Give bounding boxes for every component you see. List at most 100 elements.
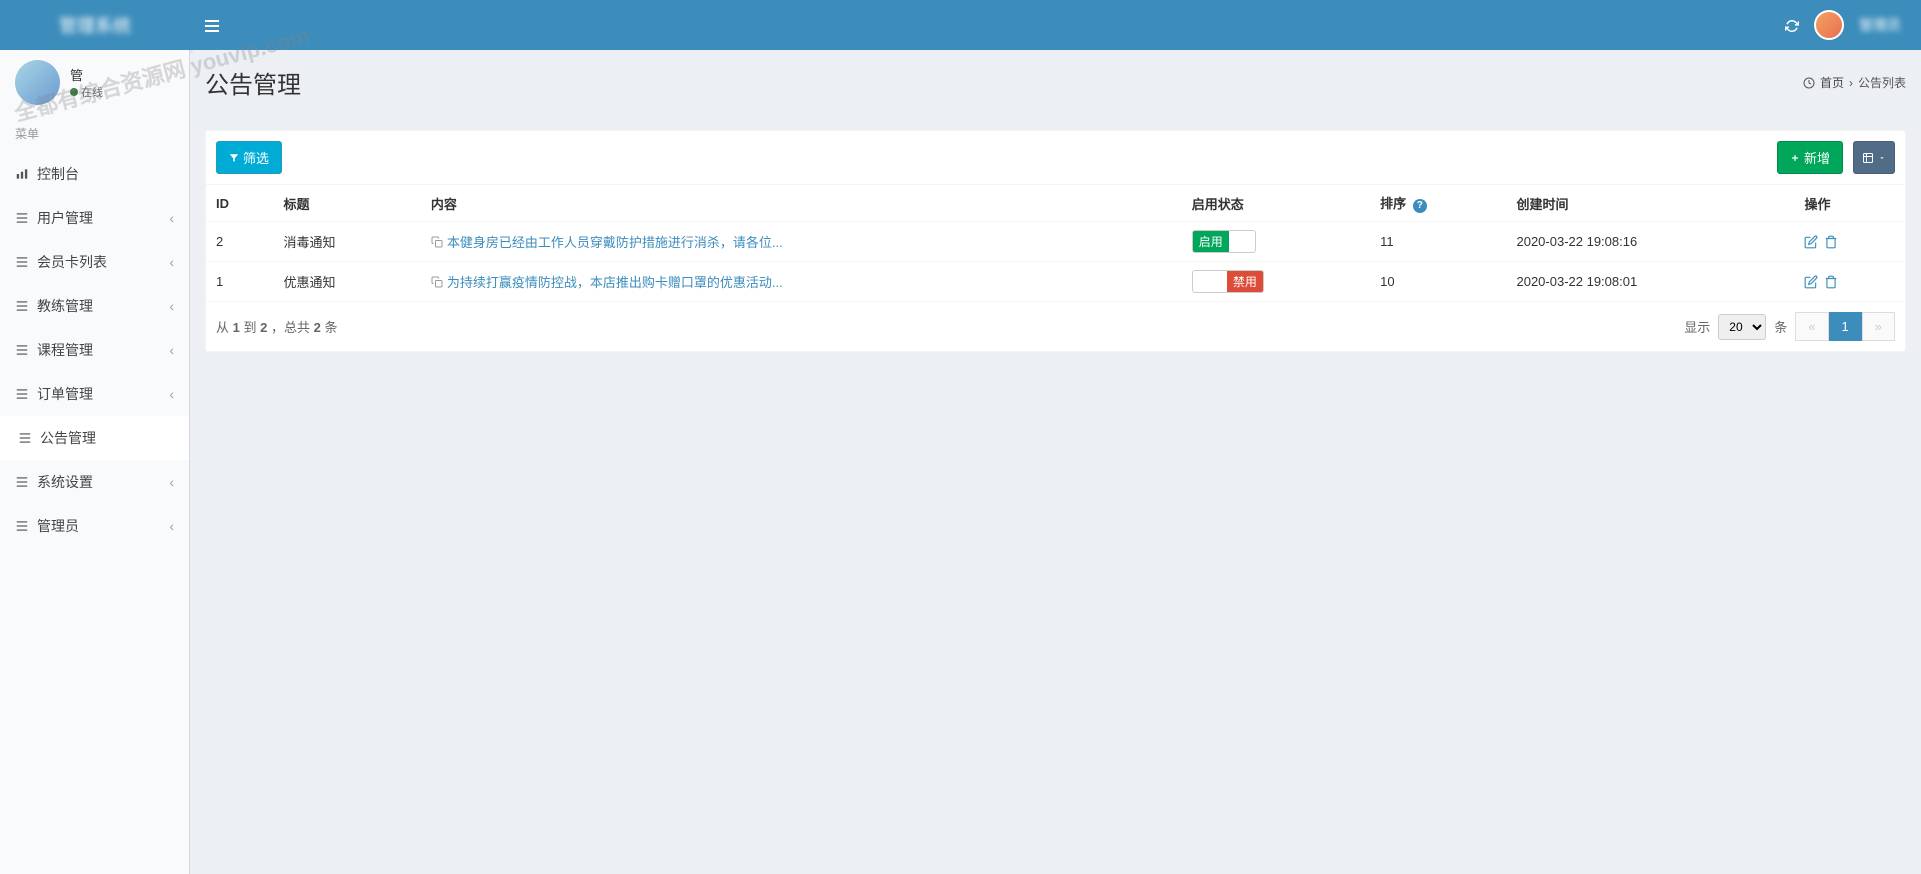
chevron-left-icon: ‹ xyxy=(169,298,174,314)
user-avatar xyxy=(15,60,60,105)
cell-id: 2 xyxy=(206,222,274,262)
edit-button[interactable] xyxy=(1804,234,1818,250)
copy-icon xyxy=(431,236,443,248)
content: 筛选 新增 ID 标题 xyxy=(190,115,1921,387)
sidebar-item-label: 教练管理 xyxy=(37,296,93,316)
content-link[interactable]: 为持续打赢疫情防控战，本店推出购卡赠口罩的优惠活动... xyxy=(431,272,1172,291)
sidebar-item-label: 会员卡列表 xyxy=(37,252,107,272)
box-header: 筛选 新增 xyxy=(206,131,1905,185)
th-sort[interactable]: 排序 ? xyxy=(1370,185,1506,222)
show-label: 显示 xyxy=(1684,317,1710,336)
sidebar-item-label: 公告管理 xyxy=(40,428,96,448)
page-size-select[interactable]: 20 xyxy=(1718,314,1766,340)
sidebar-item-label: 订单管理 xyxy=(37,384,93,404)
help-icon[interactable]: ? xyxy=(1413,199,1427,213)
grid-toggle-button[interactable] xyxy=(1853,141,1895,174)
content-wrapper: 公告管理 首页 › 公告列表 筛选 新增 xyxy=(190,50,1921,874)
cell-content: 本健身房已经由工作人员穿戴防护措施进行消杀，请各位... xyxy=(421,222,1182,262)
sidebar-item-4[interactable]: 课程管理 ‹ xyxy=(0,328,189,372)
delete-button[interactable] xyxy=(1824,234,1838,250)
edit-icon xyxy=(1804,275,1818,289)
table-row: 1优惠通知为持续打赢疫情防控战，本店推出购卡赠口罩的优惠活动... 禁用1020… xyxy=(206,262,1905,302)
cell-content: 为持续打赢疫情防控战，本店推出购卡赠口罩的优惠活动... xyxy=(421,262,1182,302)
refresh-button[interactable] xyxy=(1785,17,1799,33)
status-switch[interactable]: 启用 xyxy=(1192,230,1256,253)
content-link[interactable]: 本健身房已经由工作人员穿戴防护措施进行消杀，请各位... xyxy=(431,232,1172,251)
chevron-left-icon: ‹ xyxy=(169,254,174,270)
status-switch[interactable]: 禁用 xyxy=(1192,270,1264,293)
logo[interactable]: 管理系统 xyxy=(0,0,190,50)
chevron-left-icon: ‹ xyxy=(169,342,174,358)
th-title[interactable]: 标题 xyxy=(274,185,421,222)
filter-button-label: 筛选 xyxy=(243,148,269,167)
nav-toggle-button[interactable] xyxy=(190,17,234,33)
unit-label: 条 xyxy=(1774,317,1787,336)
list-icon xyxy=(15,519,29,533)
th-sort-label: 排序 xyxy=(1380,196,1406,211)
sidebar-item-6[interactable]: 公告管理 xyxy=(0,416,189,460)
add-button[interactable]: 新增 xyxy=(1777,141,1843,174)
copy-icon xyxy=(431,276,443,288)
breadcrumb-separator: › xyxy=(1849,76,1853,90)
cell-title: 优惠通知 xyxy=(274,262,421,302)
menu-header: 菜单 xyxy=(0,115,189,152)
sidebar: 管 在线 菜单 控制台用户管理‹会员卡列表‹教练管理‹课程管理‹订单管理‹公告管… xyxy=(0,50,190,874)
pagination: « 1 » xyxy=(1795,312,1895,341)
list-icon xyxy=(15,343,29,357)
breadcrumb-home[interactable]: 首页 xyxy=(1820,74,1844,91)
sidebar-item-2[interactable]: 会员卡列表 ‹ xyxy=(0,240,189,284)
list-icon xyxy=(15,387,29,401)
breadcrumb: 首页 › 公告列表 xyxy=(1803,74,1906,91)
filter-icon xyxy=(229,153,239,163)
cell-sort: 11 xyxy=(1370,222,1506,262)
sidebar-item-5[interactable]: 订单管理 ‹ xyxy=(0,372,189,416)
refresh-icon xyxy=(1785,19,1799,33)
breadcrumb-current: 公告列表 xyxy=(1858,74,1906,91)
page-current-button[interactable]: 1 xyxy=(1829,312,1862,341)
sidebar-item-label: 用户管理 xyxy=(37,208,93,228)
sidebar-item-1[interactable]: 用户管理‹ xyxy=(0,196,189,240)
box-footer: 从 1 到 2 ，总共 2 条 显示 20 条 « 1 xyxy=(206,302,1905,351)
delete-button[interactable] xyxy=(1824,274,1838,290)
list-icon xyxy=(15,255,29,269)
page-prev-button[interactable]: « xyxy=(1795,312,1828,341)
th-content[interactable]: 内容 xyxy=(421,185,1182,222)
list-icon xyxy=(18,431,32,445)
list-icon xyxy=(15,299,29,313)
user-status: 在线 xyxy=(70,84,103,100)
chevron-left-icon: ‹ xyxy=(169,386,174,402)
th-status[interactable]: 启用状态 xyxy=(1182,185,1370,222)
cell-id: 1 xyxy=(206,262,274,302)
sidebar-item-label: 控制台 xyxy=(37,164,79,184)
table-row: 2消毒通知本健身房已经由工作人员穿戴防护措施进行消杀，请各位...启用 1120… xyxy=(206,222,1905,262)
trash-icon xyxy=(1824,275,1838,289)
list-icon xyxy=(15,211,29,225)
status-dot-icon xyxy=(70,88,78,96)
sidebar-item-8[interactable]: 管理员‹ xyxy=(0,504,189,548)
sidebar-item-label: 管理员 xyxy=(37,516,79,536)
sidebar-item-3[interactable]: 教练管理 ‹ xyxy=(0,284,189,328)
sidebar-item-0[interactable]: 控制台 xyxy=(0,152,189,196)
cell-status: 禁用 xyxy=(1182,262,1370,302)
edit-button[interactable] xyxy=(1804,274,1818,290)
grid-icon xyxy=(1862,152,1874,164)
user-status-text: 在线 xyxy=(81,84,103,100)
top-header: 管理系统 管理员 xyxy=(0,0,1921,50)
th-created[interactable]: 创建时间 xyxy=(1506,185,1794,222)
th-id[interactable]: ID xyxy=(206,185,274,222)
username-top[interactable]: 管理员 xyxy=(1859,15,1901,35)
sidebar-item-7[interactable]: 系统设置‹ xyxy=(0,460,189,504)
filter-button[interactable]: 筛选 xyxy=(216,141,282,174)
page-next-button[interactable]: » xyxy=(1862,312,1895,341)
content-box: 筛选 新增 ID 标题 xyxy=(205,130,1906,352)
user-avatar-top[interactable] xyxy=(1814,10,1844,40)
sidebar-item-label: 课程管理 xyxy=(37,340,93,360)
content-header: 公告管理 首页 › 公告列表 xyxy=(190,50,1921,115)
trash-icon xyxy=(1824,235,1838,249)
announcement-table: ID 标题 内容 启用状态 排序 ? 创建时间 操作 2消毒通知本健身房已经由工… xyxy=(206,185,1905,302)
pagination-controls: 显示 20 条 « 1 » xyxy=(1684,312,1895,341)
cell-action xyxy=(1794,262,1905,302)
box-tools: 新增 xyxy=(1777,141,1895,174)
list-icon xyxy=(15,475,29,489)
add-button-label: 新增 xyxy=(1804,148,1830,167)
